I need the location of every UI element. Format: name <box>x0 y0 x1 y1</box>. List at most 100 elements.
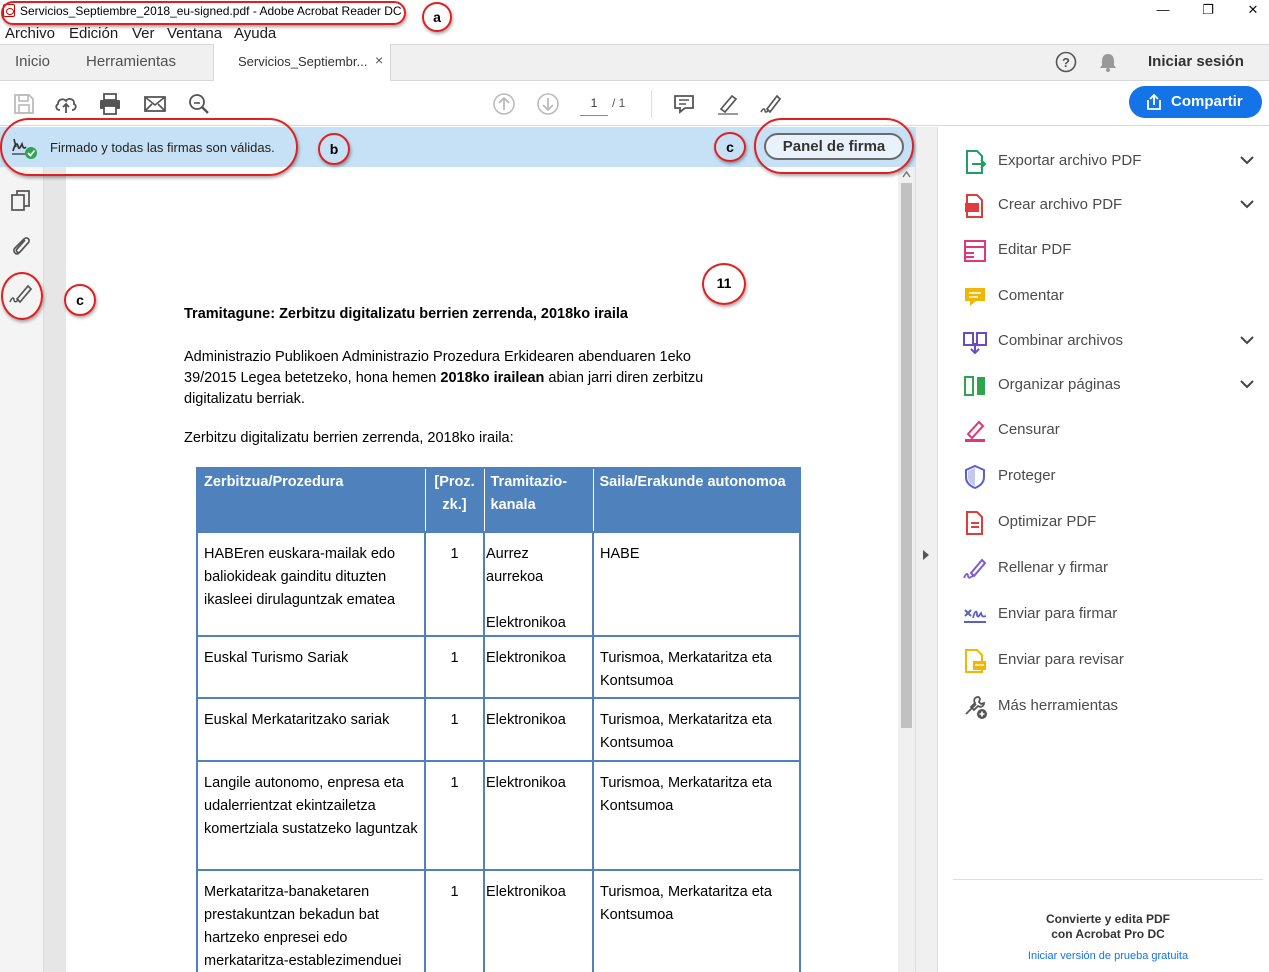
expand-right-arrow-icon[interactable] <box>922 549 930 561</box>
tool-item-label: Enviar para firmar <box>998 605 1118 622</box>
tool-item-send-sign[interactable]: Enviar para firmar <box>938 600 1269 630</box>
table-header-service: Zerbitzua/Prozedura <box>196 467 426 533</box>
upload-cloud-icon[interactable] <box>54 92 78 116</box>
fill-sign-icon <box>963 558 987 579</box>
tool-item-more-tools[interactable]: Más herramientas <box>938 692 1269 722</box>
chevron-down-icon[interactable] <box>1239 332 1255 348</box>
highlight-icon[interactable] <box>716 92 740 116</box>
table-cell-service: Langile autonomo, enpresa eta udalerrien… <box>196 760 426 871</box>
send-sign-icon <box>964 609 987 623</box>
minimize-button[interactable]: — <box>1140 0 1186 22</box>
paragraph-1-line-2a: 39/2015 Legea betetzeko, hona hemen <box>184 370 441 386</box>
table-cell-service: HABEren euskara-mailak edo baliokideak g… <box>196 531 426 637</box>
menu-ventana[interactable]: Ventana <box>167 25 222 42</box>
create-pdf-icon <box>965 194 983 218</box>
table-cell-number: 1 <box>424 531 485 637</box>
table-cell-department: Turismoa, Merkataritza eta Kontsumoa <box>592 697 801 762</box>
table-cell-channel-b: Elektronikoa <box>486 615 566 631</box>
tool-item-edit-pdf[interactable]: Editar PDF <box>938 236 1269 266</box>
table-cell-department: Turismoa, Merkataritza eta Kontsumoa <box>592 869 801 972</box>
help-icon[interactable]: ? <box>1055 51 1077 73</box>
document-viewport[interactable]: Tramitagune: Zerbitzu digitalizatu berri… <box>44 167 898 972</box>
tool-item-export-pdf[interactable]: Exportar archivo PDF <box>938 147 1269 177</box>
tab-document[interactable]: Servicios_Septiembr... × <box>213 44 391 81</box>
tool-item-protect[interactable]: Proteger <box>938 462 1269 492</box>
sign-pen-icon[interactable] <box>759 92 783 116</box>
tool-item-label: Enviar para revisar <box>998 651 1124 668</box>
send-review-icon <box>965 649 986 673</box>
tool-item-combine-files[interactable]: Combinar archivos <box>938 327 1269 357</box>
tool-item-fill-sign[interactable]: Rellenar y firmar <box>938 554 1269 584</box>
print-icon[interactable] <box>98 92 122 116</box>
table-header-channel-line-2: kanala <box>490 497 536 513</box>
zoom-search-icon[interactable] <box>187 92 211 116</box>
scrollbar-thumb[interactable] <box>901 183 912 728</box>
share-button[interactable]: Compartir <box>1129 86 1262 118</box>
annotation-marker-a-label: a <box>433 9 441 25</box>
scroll-up-arrow-icon[interactable] <box>902 171 911 178</box>
restore-button[interactable]: ❐ <box>1185 0 1231 22</box>
annotation-marker-11-label: 11 <box>716 275 732 291</box>
vertical-scrollbar[interactable] <box>898 167 915 972</box>
annotation-marker-b-label: b <box>329 141 339 157</box>
tab-home[interactable]: Inicio <box>15 53 50 70</box>
tool-item-label: Combinar archivos <box>998 332 1124 349</box>
comment-icon <box>965 288 985 306</box>
email-icon[interactable] <box>143 92 167 116</box>
promo-line-2: con Acrobat Pro DC <box>1051 927 1165 941</box>
page-number-input[interactable]: 1 <box>580 94 608 116</box>
table-header-number-line-1: [Proz. <box>434 474 475 490</box>
free-trial-link[interactable]: Iniciar versión de prueba gratuita <box>953 950 1263 962</box>
page-thumbnails-icon[interactable] <box>9 189 33 213</box>
tool-item-organize-pages[interactable]: Organizar páginas <box>938 371 1269 401</box>
pdf-page: Tramitagune: Zerbitzu digitalizatu berri… <box>66 167 898 972</box>
tool-item-create-pdf[interactable]: Crear archivo PDF <box>938 191 1269 221</box>
menu-edicion[interactable]: Edición <box>69 25 118 42</box>
attachments-icon[interactable] <box>9 233 33 257</box>
menu-ayuda[interactable]: Ayuda <box>234 25 276 42</box>
page-up-icon[interactable] <box>492 92 516 116</box>
chevron-down-icon[interactable] <box>1239 196 1255 212</box>
sign-in-link[interactable]: Iniciar sesión <box>1148 53 1244 70</box>
tab-tools[interactable]: Herramientas <box>86 53 176 70</box>
menu-archivo[interactable]: Archivo <box>5 25 55 42</box>
table-cell-channel: Aurrez aurrekoa Elektronikoa <box>483 531 594 637</box>
table-header-row: Zerbitzua/Prozedura [Proz. zk.] Tramitaz… <box>196 467 801 533</box>
annotation-marker-c-top-label: c <box>726 139 734 155</box>
paragraph-1-line-2c: abian jarri diren zerbitzu <box>544 370 704 386</box>
page-down-icon[interactable] <box>536 92 560 116</box>
optimize-pdf-icon <box>966 511 983 535</box>
tab-close-icon[interactable]: × <box>375 52 383 68</box>
menu-ver[interactable]: Ver <box>132 25 155 42</box>
combine-files-icon <box>963 332 987 355</box>
annotation-marker-c-top: c <box>714 132 746 162</box>
table-cell-channel: Elektronikoa <box>483 697 594 762</box>
organize-pages-icon <box>964 376 985 396</box>
table-cell-department: Turismoa, Merkataritza eta Kontsumoa <box>592 760 801 871</box>
table-cell-channel: Elektronikoa <box>483 635 594 699</box>
comment-icon[interactable] <box>672 92 696 116</box>
tool-item-label: Optimizar PDF <box>998 513 1097 530</box>
table-cell-channel-a: Aurrez aurrekoa <box>486 546 544 585</box>
tool-item-send-review[interactable]: Enviar para revisar <box>938 646 1269 676</box>
services-table: Zerbitzua/Prozedura [Proz. zk.] Tramitaz… <box>196 467 801 972</box>
tool-item-redact[interactable]: Censurar <box>938 416 1269 446</box>
chevron-down-icon[interactable] <box>1239 152 1255 168</box>
tool-item-label: Proteger <box>998 467 1056 484</box>
tool-item-comment[interactable]: Comentar <box>938 282 1269 312</box>
annotation-marker-c-left: c <box>64 284 96 316</box>
page-total: / 1 <box>612 96 626 110</box>
tool-item-label: Organizar páginas <box>998 376 1121 393</box>
table-row: HABEren euskara-mailak edo baliokideak g… <box>196 531 801 637</box>
bell-icon[interactable] <box>1098 52 1118 73</box>
annotation-marker-11: 11 <box>702 263 746 305</box>
table-cell-number: 1 <box>424 760 485 871</box>
save-icon[interactable] <box>12 92 36 116</box>
table-row: Merkataritza-banaketaren prestakuntzan b… <box>196 869 801 972</box>
tool-item-optimize-pdf[interactable]: Optimizar PDF <box>938 508 1269 538</box>
table-cell-number: 1 <box>424 697 485 762</box>
close-window-button[interactable]: ✕ <box>1230 0 1269 22</box>
right-panel-splitter[interactable] <box>915 127 937 972</box>
table-cell-channel: Elektronikoa <box>483 760 594 871</box>
chevron-down-icon[interactable] <box>1239 376 1255 392</box>
